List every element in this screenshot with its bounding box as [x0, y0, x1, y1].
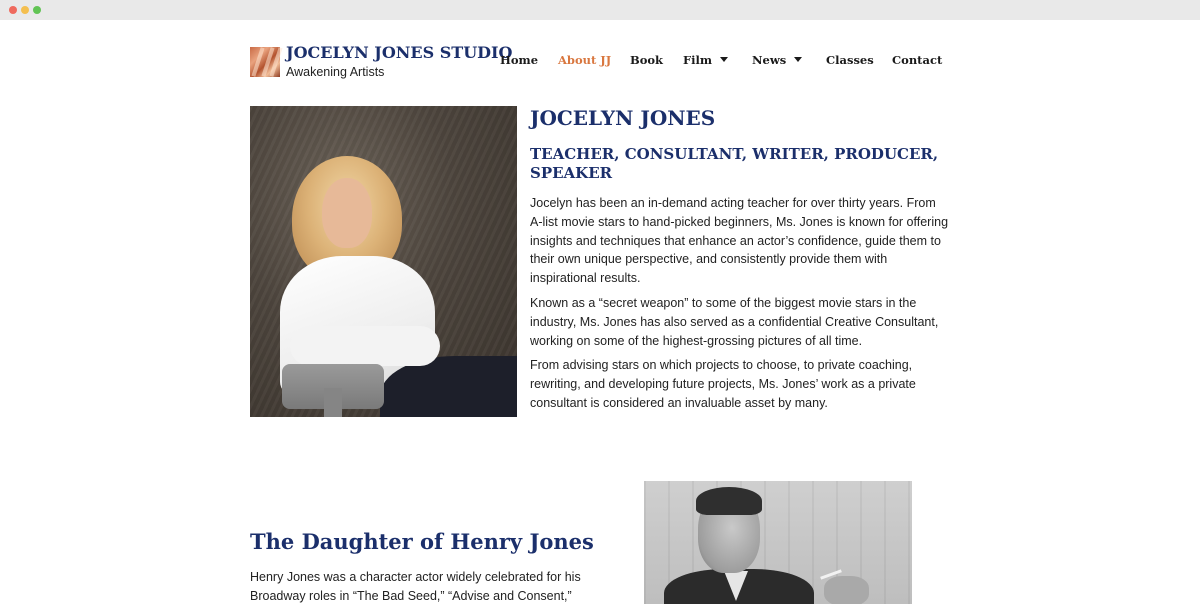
site-title[interactable]: JOCELYN JONES STUDIO [286, 43, 512, 62]
site-logo-image[interactable] [250, 47, 283, 77]
jocelyn-portrait-photo [250, 106, 517, 417]
bio-paragraph: Jocelyn has been an in-demand acting tea… [530, 196, 949, 286]
nav-item-book[interactable]: Book [630, 53, 663, 67]
bio-name-heading: JOCELYN JONES [530, 106, 716, 130]
nav-item-about[interactable]: About JJ [558, 53, 611, 67]
maximize-window-icon[interactable] [33, 6, 41, 14]
nav-item-home[interactable]: Home [500, 53, 538, 67]
chevron-down-icon [720, 57, 729, 62]
browser-title-bar [0, 0, 1200, 20]
bio-paragraph: Known as a “secret weapon” to some of th… [530, 296, 939, 348]
henry-jones-photo [644, 481, 912, 604]
nav-item-contact[interactable]: Contact [892, 53, 942, 67]
close-window-icon[interactable] [9, 6, 17, 14]
bio-paragraph: From advising stars on which projects to… [530, 358, 916, 410]
bio-roles-heading: TEACHER, CONSULTANT, WRITER, PRODUCER, S… [530, 145, 939, 182]
henry-jones-heading: The Daughter of Henry Jones [250, 529, 594, 554]
henry-jones-paragraph: Henry Jones was a character actor widely… [250, 570, 581, 603]
site-tagline: Awakening Artists [286, 65, 385, 79]
chevron-down-icon [794, 57, 803, 62]
nav-item-film[interactable]: Film [683, 53, 729, 67]
page-viewport: JOCELYN JONES STUDIO Awakening Artists H… [0, 20, 1200, 604]
nav-item-classes[interactable]: Classes [826, 53, 874, 67]
minimize-window-icon[interactable] [21, 6, 29, 14]
nav-item-news[interactable]: News [752, 53, 803, 67]
